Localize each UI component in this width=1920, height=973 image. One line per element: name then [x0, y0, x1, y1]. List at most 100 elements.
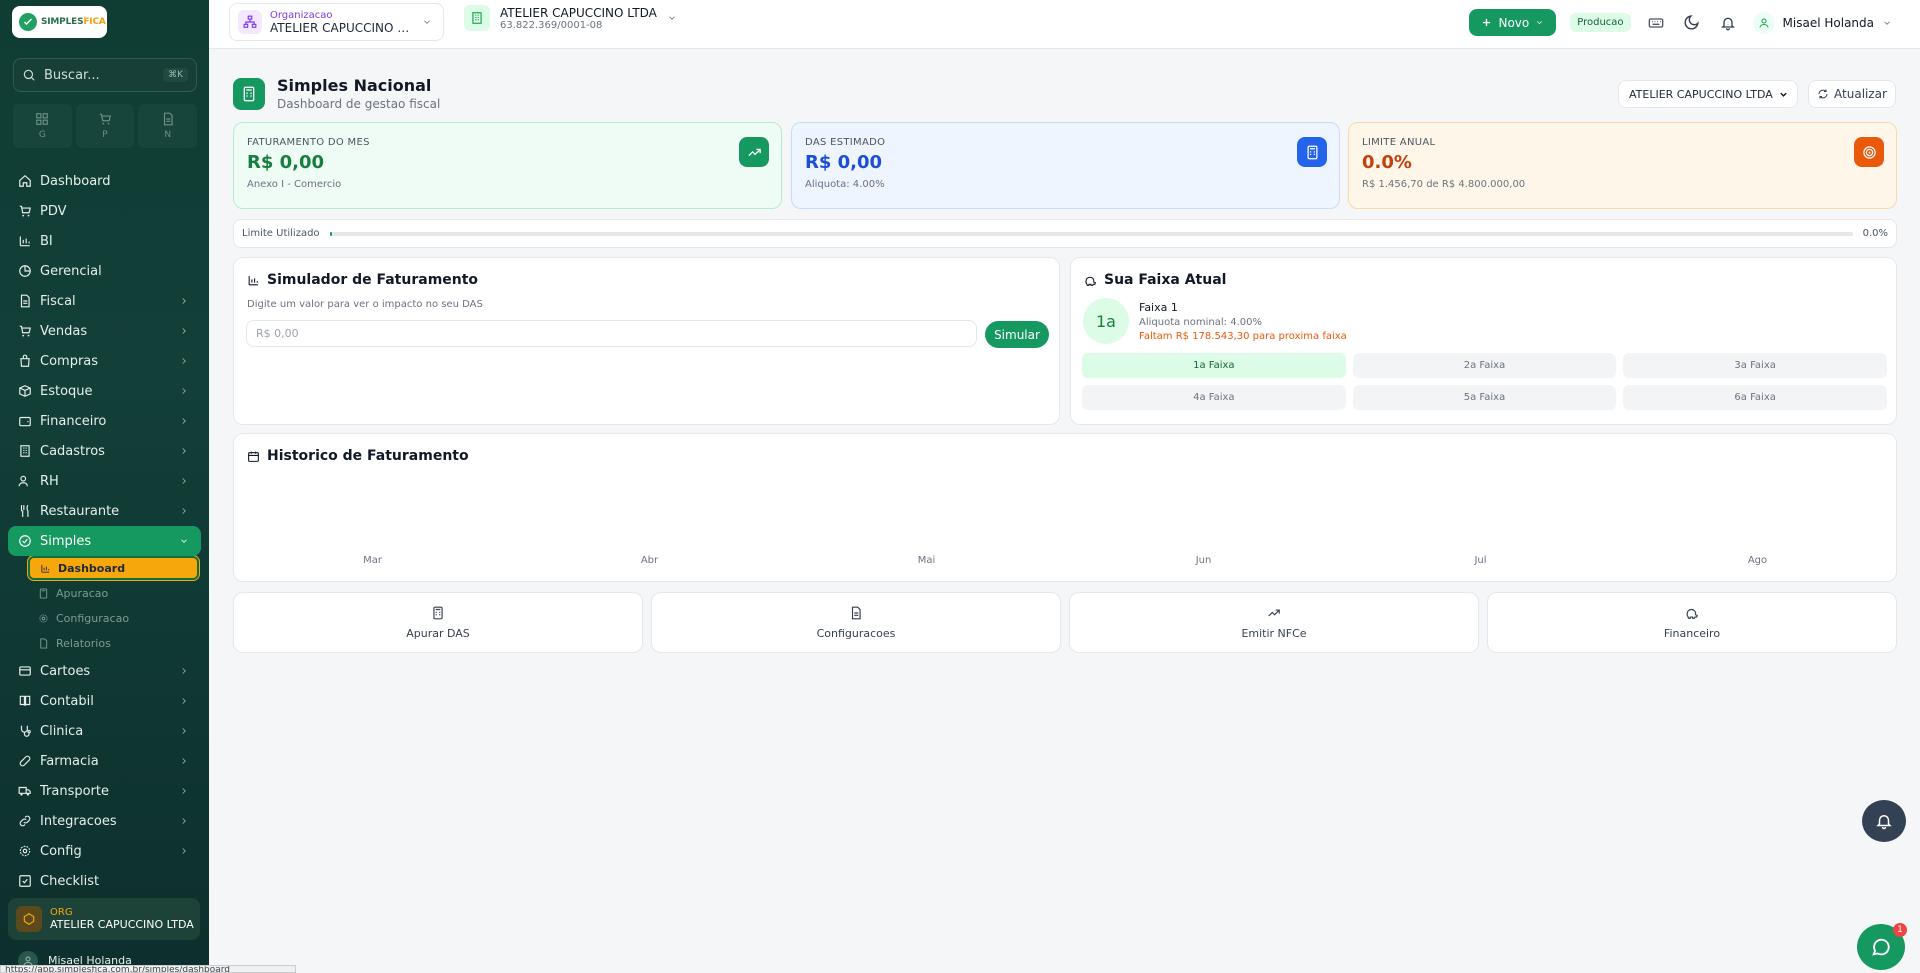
- quick-cart-button[interactable]: P: [75, 104, 135, 148]
- sidebar-item-pdv[interactable]: PDV: [0, 196, 209, 226]
- sidebar-item-gerencial[interactable]: Gerencial: [0, 256, 209, 286]
- environment-badge: Producao: [1570, 13, 1631, 32]
- utensils-icon: [20, 504, 29, 517]
- org-switcher[interactable]: ORG ATELIER CAPUCCINO LTDA: [8, 898, 200, 940]
- faixa-rate: Aliquota nominal: 4.00%: [1139, 317, 1262, 328]
- action-label: Configuracoes: [816, 626, 896, 640]
- floating-notification-button[interactable]: [1862, 800, 1906, 842]
- faixa-option[interactable]: 2a Faixa: [1352, 353, 1617, 378]
- action-label: Apurar DAS: [406, 626, 470, 640]
- chevron-down-icon: [1884, 20, 1890, 25]
- sidebar-item-fiscal[interactable]: Fiscal: [0, 286, 209, 316]
- chevron-right-icon: [182, 298, 186, 304]
- building-icon: [20, 445, 30, 457]
- home-icon: [19, 174, 31, 187]
- submenu-item-apuracao[interactable]: Apuracao: [28, 581, 209, 606]
- chevron-right-icon: [182, 758, 186, 764]
- sidebar-item-estoque[interactable]: Estoque: [0, 376, 209, 406]
- pie-chart-icon: [19, 265, 31, 277]
- keyboard-button[interactable]: [1645, 12, 1667, 34]
- company-select[interactable]: ATELIER CAPUCCINO LTDA 63.822.369/0001-0…: [464, 5, 677, 31]
- sidebar-search[interactable]: ⌘K: [13, 58, 197, 92]
- sidebar-item-label: Clinica: [40, 723, 84, 739]
- limit-label: Limite Utilizado: [242, 228, 320, 239]
- company-filter-value: ATELIER CAPUCCINO LTDA: [1629, 87, 1773, 101]
- search-input[interactable]: [44, 67, 154, 83]
- sidebar-item-vendas[interactable]: Vendas: [0, 316, 209, 346]
- kpi-sub: Aliquota: 4.00%: [805, 179, 885, 190]
- faixa-title-text: Sua Faixa Atual: [1104, 272, 1227, 288]
- chevron-right-icon: [182, 328, 186, 334]
- refresh-icon: [1818, 89, 1828, 99]
- sidebar-item-bi[interactable]: BI: [0, 226, 209, 256]
- faixa-option[interactable]: 6a Faixa: [1623, 385, 1887, 410]
- chat-icon: [1872, 938, 1890, 956]
- faixa-option[interactable]: 1a Faixa: [1082, 353, 1346, 378]
- sidebar-item-integracoes[interactable]: Integracoes: [0, 806, 209, 836]
- month-label: Mai: [917, 555, 936, 566]
- kpi-value: R$ 0,00: [805, 152, 883, 173]
- sidebar-item-transporte[interactable]: Transporte: [0, 776, 209, 806]
- chevron-right-icon: [182, 728, 186, 734]
- calculator-icon: [233, 77, 265, 110]
- chevron-right-icon: [182, 818, 186, 824]
- sidebar-item-rh[interactable]: RH: [0, 466, 209, 496]
- kpi-value: 0.0%: [1362, 152, 1412, 173]
- sidebar-item-checklist[interactable]: Checklist: [0, 866, 209, 896]
- chevron-down-icon: [1537, 21, 1543, 25]
- faixa-option[interactable]: 3a Faixa: [1623, 353, 1887, 378]
- action-financeiro[interactable]: Financeiro: [1487, 592, 1897, 653]
- notifications-button[interactable]: [1717, 12, 1739, 34]
- sidebar-item-farmacia[interactable]: Farmacia: [0, 746, 209, 776]
- faixa-option[interactable]: 4a Faixa: [1082, 385, 1346, 410]
- sidebar-item-contabil[interactable]: Contabil: [0, 686, 209, 716]
- month-label: Jul: [1474, 555, 1487, 566]
- sidebar-item-config[interactable]: Config: [0, 836, 209, 866]
- submenu-item-dashboard[interactable]: Dashboard: [28, 556, 199, 580]
- link-icon: [19, 815, 31, 827]
- sidebar-item-cadastros[interactable]: Cadastros: [0, 436, 209, 466]
- sidebar-item-cartoes[interactable]: Cartoes: [0, 656, 209, 686]
- sidebar-item-label: Restaurante: [40, 503, 120, 519]
- brand-logo[interactable]: SIMPLESFICA: [12, 6, 107, 38]
- sidebar-item-restaurante[interactable]: Restaurante: [0, 496, 209, 526]
- chevron-right-icon: [182, 508, 186, 514]
- simulator-card: Simulador de Faturamento Digite um valor…: [233, 257, 1060, 425]
- quick-grid-button[interactable]: G: [13, 104, 72, 148]
- moon-icon: [1684, 15, 1699, 30]
- org-label: ORG: [50, 907, 73, 918]
- submenu-item-relatorios[interactable]: Relatorios: [28, 631, 209, 656]
- simples-submenu: Dashboard Apuracao Configuracao Relatori…: [0, 556, 209, 656]
- chevron-down-icon: [181, 539, 187, 543]
- faixa-details: Faixa 1 Aliquota nominal: 4.00% Faltam R…: [1139, 301, 1347, 342]
- theme-toggle[interactable]: [1681, 12, 1703, 34]
- action-emitir-nfce[interactable]: Emitir NFCe: [1069, 592, 1479, 653]
- action-apurar-das[interactable]: Apurar DAS: [233, 592, 643, 653]
- sidebar-item-simples[interactable]: Simples: [8, 526, 201, 556]
- update-button[interactable]: Atualizar: [1808, 80, 1896, 108]
- action-label: Emitir NFCe: [1241, 626, 1307, 640]
- quick-note-label: N: [164, 130, 172, 140]
- sidebar-item-dashboard[interactable]: Dashboard: [0, 166, 209, 196]
- chat-unread-badge: 1: [1893, 923, 1907, 937]
- bell-icon: [1720, 17, 1735, 30]
- sidebar-item-label: Estoque: [40, 383, 93, 399]
- sidebar-item-financeiro[interactable]: Financeiro: [0, 406, 209, 436]
- faixa-option[interactable]: 5a Faixa: [1352, 385, 1617, 410]
- submenu-item-configuracao[interactable]: Configuracao: [28, 606, 209, 631]
- organization-select[interactable]: Organizacao ATELIER CAPUCCINO LTDA: [229, 3, 444, 41]
- search-icon: [23, 69, 35, 81]
- sidebar-item-label: Farmacia: [40, 753, 99, 769]
- topbar-actions: Novo Producao Misael Holanda: [1469, 9, 1892, 36]
- user-menu[interactable]: Misael Holanda: [1752, 11, 1892, 34]
- simulator-input[interactable]: [246, 320, 977, 347]
- quick-note-button[interactable]: N: [138, 104, 198, 148]
- new-button[interactable]: Novo: [1469, 9, 1557, 36]
- simulate-button[interactable]: Simular: [985, 321, 1049, 348]
- company-filter-select[interactable]: ATELIER CAPUCCINO LTDA: [1618, 80, 1798, 108]
- sidebar-item-compras[interactable]: Compras: [0, 346, 209, 376]
- sidebar-item-clinica[interactable]: Clinica: [0, 716, 209, 746]
- company-name: ATELIER CAPUCCINO LTDA: [500, 5, 657, 20]
- page-header: Simples Nacional Dashboard de gestao fis…: [233, 76, 440, 111]
- action-configuracoes[interactable]: Configuracoes: [651, 592, 1061, 653]
